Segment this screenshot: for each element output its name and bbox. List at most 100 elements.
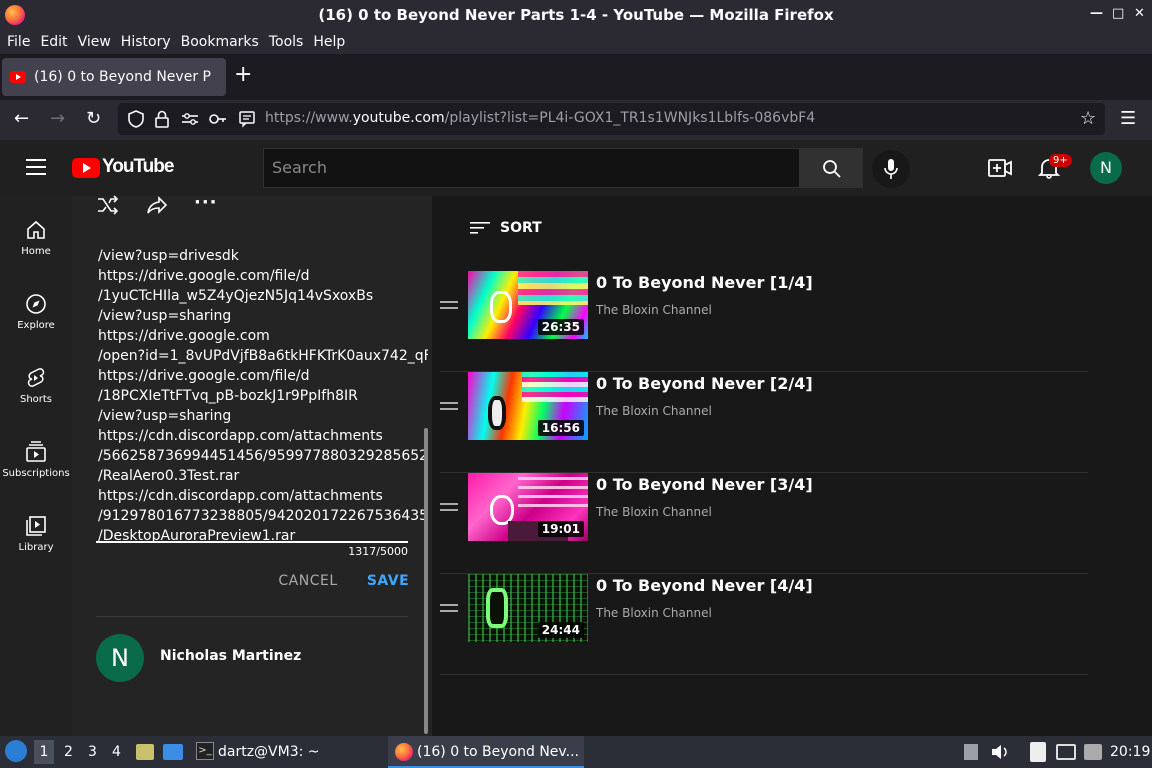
search-icon [823,160,841,178]
youtube-logo-text[interactable]: YouTube [102,156,174,178]
video-thumbnail[interactable]: 19:01 [468,473,588,541]
voice-search-button[interactable] [872,150,910,188]
menu-edit[interactable]: Edit [33,34,70,50]
playlist-video-row[interactable]: 26:35 0 To Beyond Never [1/4] The Bloxin… [440,271,1088,372]
sort-button[interactable]: SORT [470,220,542,236]
page-info-icon[interactable] [238,110,256,128]
browser-tab-youtube[interactable]: (16) 0 to Beyond Never P [2,58,226,96]
more-options-icon[interactable]: ··· [194,192,218,213]
window-titlebar: (16) 0 to Beyond Never Parts 1-4 - YouTu… [0,0,1152,30]
url-text[interactable]: https://www.youtube.com/playlist?list=PL… [265,110,815,126]
sidebar-item-explore[interactable]: Explore [0,292,72,331]
url-prefix: https://www. [265,110,353,126]
description-line: /view?usp=drivesdk [98,248,239,264]
workspace-4[interactable]: 4 [112,744,121,760]
video-duration: 19:01 [537,521,584,537]
workspace-3[interactable]: 3 [88,744,97,760]
description-line: /open?id=1_8vUPdVjfB8a6tkHFKTrK0aux742_q… [98,348,428,364]
show-desktop-icon[interactable] [163,744,183,760]
owner-name[interactable]: Nicholas Martinez [160,648,301,664]
taskbar-terminal-window[interactable]: dartz@VM3: ~ [218,744,320,760]
search-button[interactable] [799,148,863,188]
menu-history[interactable]: History [114,34,174,50]
video-thumbnail[interactable]: 26:35 [468,271,588,339]
workspace-1[interactable]: 1 [34,740,54,764]
new-tab-button[interactable]: + [234,62,252,87]
share-icon[interactable] [146,195,168,215]
drag-handle-icon[interactable] [440,402,458,410]
menu-file[interactable]: File [0,34,33,50]
forward-button[interactable]: → [50,108,65,130]
library-icon [26,516,46,536]
key-icon[interactable] [208,110,228,128]
video-duration: 16:56 [537,420,584,436]
playlist-video-row[interactable]: 16:56 0 To Beyond Never [2/4] The Bloxin… [440,372,1088,473]
sidebar-item-shorts[interactable]: Shorts [0,366,72,405]
sidebar-item-library[interactable]: Library [0,514,72,553]
bookmark-star-icon[interactable]: ☆ [1080,108,1096,130]
shield-icon[interactable] [126,109,146,129]
file-manager-icon[interactable] [136,744,154,760]
youtube-sidebar: Home Explore Shorts Subscriptions Librar… [0,196,72,736]
maximize-icon[interactable]: □ [1112,6,1124,21]
drag-handle-icon[interactable] [440,604,458,612]
sidebar-item-label: Shorts [19,394,53,405]
panel-scrollbar[interactable] [424,428,428,734]
owner-avatar[interactable]: N [96,634,144,682]
drag-handle-icon[interactable] [440,301,458,309]
playlist-video-row[interactable]: 24:44 0 To Beyond Never [4/4] The Bloxin… [440,574,1088,675]
video-thumbnail[interactable]: 16:56 [468,372,588,440]
description-line: /1yuCTcHIla_w5Z4yQjezN5Jq14vSxoxBs [98,288,374,304]
video-title[interactable]: 0 To Beyond Never [4/4] [596,576,813,595]
video-thumbnail[interactable]: 24:44 [468,574,588,642]
clock[interactable]: 20:19 [1110,744,1150,760]
taskbar-firefox-window[interactable]: (16) 0 to Beyond Nev... [388,736,584,768]
shuffle-icon[interactable] [96,195,120,215]
cancel-button[interactable]: CANCEL [268,568,348,594]
menu-help[interactable]: Help [306,34,348,50]
microphone-icon [884,159,898,179]
start-menu-icon[interactable] [5,740,27,762]
clipboard-icon[interactable] [1030,742,1046,762]
video-title[interactable]: 0 To Beyond Never [3/4] [596,475,813,494]
reload-button[interactable]: ↻ [86,108,101,130]
video-channel[interactable]: The Bloxin Channel [596,505,712,519]
description-line: /view?usp=sharing [98,308,232,324]
tray-upload-icon[interactable] [964,744,978,760]
minimize-icon[interactable]: — [1090,6,1103,21]
menu-view[interactable]: View [71,34,114,50]
back-button[interactable]: ← [14,108,29,130]
video-title[interactable]: 0 To Beyond Never [2/4] [596,374,813,393]
terminal-icon: >_ [196,742,214,760]
volume-icon[interactable] [990,744,1010,760]
youtube-logo-icon[interactable] [72,158,100,178]
network-icon[interactable] [1084,744,1102,760]
playlist-description-textarea[interactable]: /view?usp=drivesdk https://drive.google.… [98,230,428,542]
create-video-icon[interactable] [988,157,1012,179]
permissions-icon[interactable] [180,110,200,128]
workspace-2[interactable]: 2 [64,744,73,760]
sidebar-item-home[interactable]: Home [0,218,72,257]
drag-handle-icon[interactable] [440,503,458,511]
account-avatar[interactable]: N [1090,152,1122,184]
video-title[interactable]: 0 To Beyond Never [1/4] [596,273,813,292]
save-button[interactable]: SAVE [362,568,414,594]
menu-bookmarks[interactable]: Bookmarks [174,34,262,50]
lock-icon[interactable] [153,109,171,129]
hamburger-menu-icon[interactable] [26,158,46,176]
divider [96,616,408,617]
sort-label: SORT [500,220,542,236]
sidebar-item-label: Home [21,246,51,257]
video-channel[interactable]: The Bloxin Channel [596,404,712,418]
menu-tools[interactable]: Tools [262,34,307,50]
sidebar-item-subscriptions[interactable]: Subscriptions [0,440,72,479]
close-icon[interactable]: ✕ [1134,6,1145,21]
playlist-video-row[interactable]: 19:01 0 To Beyond Never [3/4] The Bloxin… [440,473,1088,574]
app-menu-button[interactable]: ☰ [1120,108,1136,130]
display-icon[interactable] [1056,744,1076,760]
description-line: https://drive.google.com/file/d [98,368,310,384]
video-channel[interactable]: The Bloxin Channel [596,606,712,620]
search-input[interactable]: Search [263,148,800,188]
menu-bar: File Edit View History Bookmarks Tools H… [0,30,1152,54]
video-channel[interactable]: The Bloxin Channel [596,303,712,317]
